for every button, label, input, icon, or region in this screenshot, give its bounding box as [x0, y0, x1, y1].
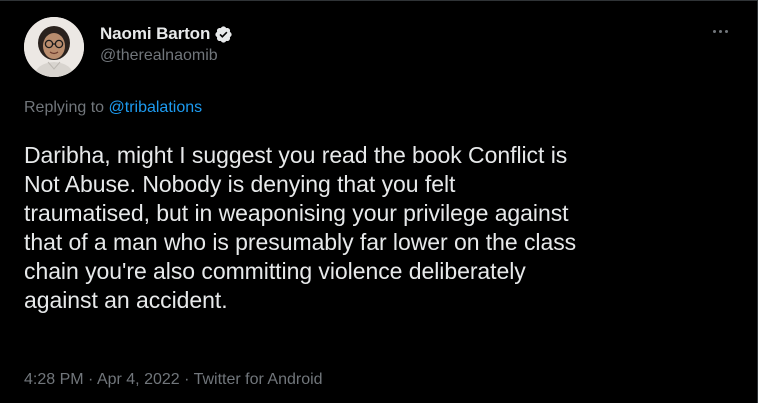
meta-separator: ·: [83, 371, 97, 388]
replying-prefix: Replying to: [24, 99, 109, 116]
display-name[interactable]: Naomi Barton: [100, 24, 210, 44]
tweet-date[interactable]: Apr 4, 2022: [97, 371, 180, 388]
avatar[interactable]: [24, 17, 84, 77]
meta-separator: ·: [179, 371, 194, 388]
tweet-meta: 4:28 PM · Apr 4, 2022 · Twitter for Andr…: [24, 371, 323, 389]
tweet-card[interactable]: Naomi Barton @therealnaomib Replying to …: [0, 0, 758, 403]
replying-to: Replying to @tribalations: [24, 99, 202, 117]
reply-mention-link[interactable]: @tribalations: [109, 99, 203, 116]
more-icon[interactable]: [708, 23, 732, 39]
avatar-image: [24, 17, 84, 77]
verified-badge-icon[interactable]: [214, 25, 233, 44]
author-handle[interactable]: @therealnaomib: [100, 47, 233, 65]
tweet-source: Twitter for Android: [193, 371, 323, 388]
tweet-header: Naomi Barton @therealnaomib: [24, 17, 734, 77]
display-name-row: Naomi Barton: [100, 23, 233, 45]
author-block: Naomi Barton @therealnaomib: [100, 23, 233, 65]
tweet-time[interactable]: 4:28 PM: [24, 371, 84, 388]
tweet-text: Daribha, might I suggest you read the bo…: [24, 142, 577, 313]
